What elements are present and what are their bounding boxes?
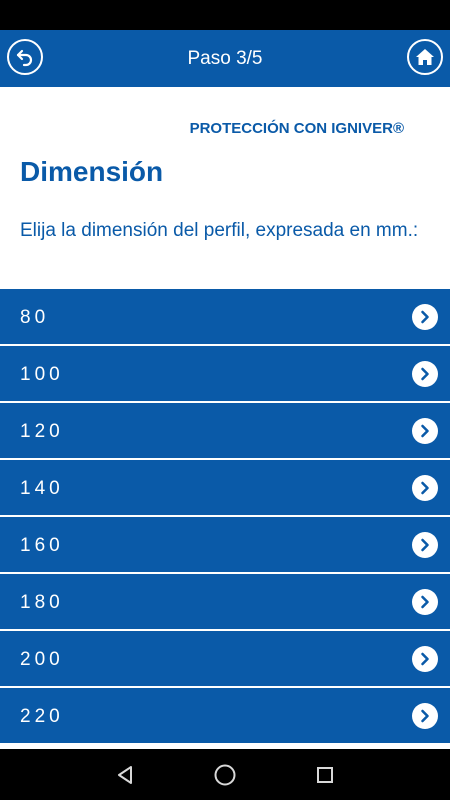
dimension-value: 200: [20, 649, 64, 670]
chevron-right-icon: [412, 646, 438, 672]
content-area: PROTECCIÓN CON IGNIVER® Dimensión Elija …: [0, 87, 450, 289]
page-title: Paso 3/5: [187, 48, 263, 69]
dimension-value: 100: [20, 364, 64, 385]
nav-recents-square-icon: [317, 766, 333, 783]
list-item[interactable]: 180: [0, 574, 450, 631]
nav-home-circle-icon: [214, 764, 236, 785]
chevron-right-icon: [412, 589, 438, 615]
dimension-value: 80: [20, 307, 50, 328]
dimension-value: 220: [20, 706, 64, 727]
nav-home-button[interactable]: [195, 749, 255, 800]
dimension-value: 160: [20, 535, 64, 556]
app-bar: Paso 3/5: [0, 30, 450, 87]
back-button[interactable]: [7, 39, 43, 75]
home-icon: [416, 49, 434, 65]
chevron-right-icon: [412, 361, 438, 387]
dimension-value: 120: [20, 421, 64, 442]
chevron-right-icon: [412, 304, 438, 330]
brand-label: PROTECCIÓN CON IGNIVER®: [189, 120, 404, 137]
list-item[interactable]: 80: [0, 289, 450, 346]
chevron-right-icon: [412, 475, 438, 501]
nav-back-button[interactable]: [95, 749, 155, 800]
dimension-list: 80 100 120 140 160 180 200 220: [0, 289, 450, 745]
list-item[interactable]: 220: [0, 688, 450, 745]
status-bar: [0, 0, 450, 30]
chevron-right-icon: [412, 418, 438, 444]
list-item[interactable]: 160: [0, 517, 450, 574]
list-item[interactable]: 140: [0, 460, 450, 517]
dimension-value: 140: [20, 478, 64, 499]
chevron-right-icon: [412, 703, 438, 729]
nav-back-triangle-icon: [118, 765, 132, 784]
instruction-text: Elija la dimensión del perfil, expresada…: [20, 220, 419, 241]
list-item[interactable]: 100: [0, 346, 450, 403]
dimension-value: 180: [20, 592, 64, 613]
list-item[interactable]: 120: [0, 403, 450, 460]
list-item[interactable]: 200: [0, 631, 450, 688]
section-heading: Dimensión: [20, 156, 164, 187]
system-navigation-bar: [0, 749, 450, 800]
nav-recents-button[interactable]: [295, 749, 355, 800]
chevron-right-icon: [412, 532, 438, 558]
home-button[interactable]: [407, 39, 443, 75]
back-arrow-icon: [16, 49, 33, 67]
